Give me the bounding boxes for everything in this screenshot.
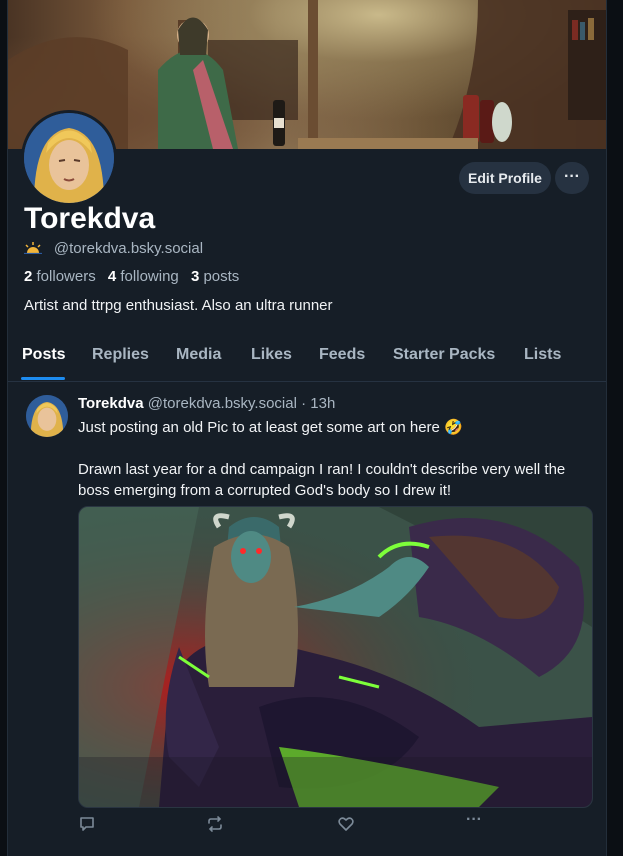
profile-avatar[interactable] [21, 110, 117, 206]
tab-replies[interactable]: Replies [92, 346, 149, 364]
profile-tabs: Posts Replies Media Likes Feeds Starter … [8, 335, 606, 382]
post-text-line-1: Just posting an old Pic to at least get … [78, 419, 463, 436]
profile-bio: Artist and ttrpg enthusiast. Also an ult… [24, 297, 333, 314]
post-time[interactable]: 13h [310, 395, 335, 412]
sunrise-icon [24, 240, 46, 256]
post-actions: ··· [78, 811, 593, 838]
repost-icon[interactable] [206, 815, 224, 838]
tab-starter-packs[interactable]: Starter Packs [393, 346, 495, 364]
profile-handle[interactable]: @torekdva.bsky.social [54, 240, 203, 257]
more-icon[interactable]: ··· [466, 811, 482, 829]
posts-label: posts [203, 268, 240, 285]
active-tab-indicator [21, 377, 65, 380]
profile-stats: 2 followers 4 following 3 posts [24, 268, 239, 285]
followers-link[interactable]: 2 followers [24, 268, 96, 285]
post-image[interactable] [78, 506, 593, 808]
tab-lists[interactable]: Lists [524, 346, 561, 364]
tab-likes[interactable]: Likes [251, 346, 292, 364]
post-author-handle[interactable]: @torekdva.bsky.social [148, 395, 297, 412]
handle-row: @torekdva.bsky.social [24, 240, 203, 257]
post-text-line-2: Drawn last year for a dnd campaign I ran… [78, 461, 566, 499]
posts-count: 3 [190, 268, 200, 285]
tab-feeds[interactable]: Feeds [319, 346, 365, 364]
post-header: Torekdva @torekdva.bsky.social · 13h [78, 395, 335, 412]
edit-profile-button[interactable]: Edit Profile [459, 162, 551, 194]
heart-icon[interactable] [337, 815, 355, 838]
tab-media[interactable]: Media [176, 346, 221, 364]
following-count: 4 [107, 268, 117, 285]
post-body: Just posting an old Pic to at least get … [78, 417, 593, 501]
post-author-name[interactable]: Torekdva [78, 395, 144, 412]
followers-count: 2 [24, 268, 33, 285]
post-item[interactable]: Torekdva @torekdva.bsky.social · 13h Jus… [8, 382, 606, 856]
tab-posts[interactable]: Posts [22, 346, 66, 364]
profile-more-button[interactable]: ··· [555, 162, 589, 194]
posts-stat: 3 posts [191, 268, 239, 285]
display-name: Torekdva [24, 202, 156, 235]
profile-page: Edit Profile ··· Torekdva @torekdva.bsky… [7, 0, 607, 856]
reply-icon[interactable] [78, 815, 96, 838]
post-author-avatar[interactable] [26, 395, 68, 437]
followers-label: followers [36, 268, 96, 285]
following-label: following [120, 268, 179, 285]
following-link[interactable]: 4 following [108, 268, 179, 285]
post-separator: · [301, 395, 307, 412]
